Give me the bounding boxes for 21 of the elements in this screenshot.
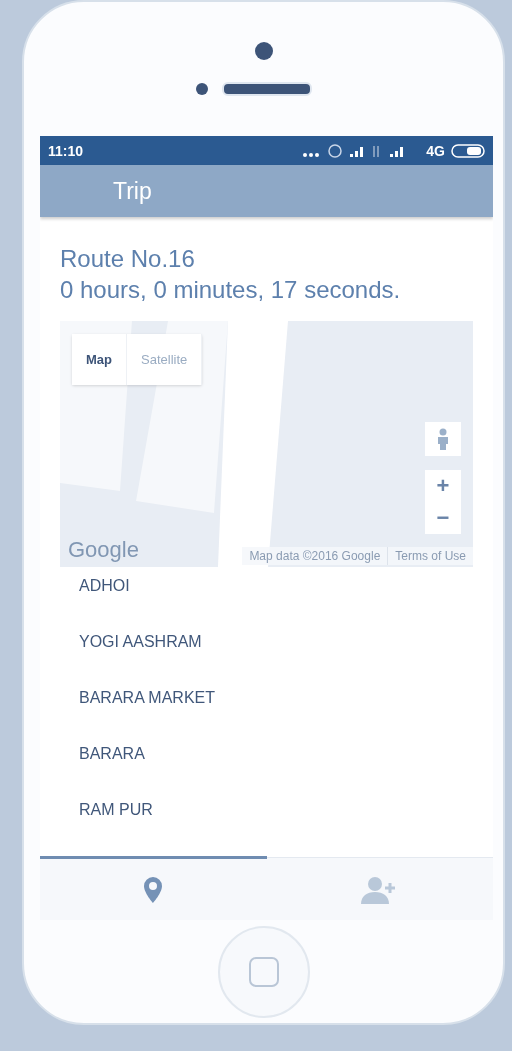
battery-icon — [451, 143, 485, 158]
app-title: Trip — [113, 177, 152, 205]
map-type-tab[interactable]: Map — [72, 334, 127, 385]
camera-dot — [254, 42, 273, 60]
status-time: 11:10 — [48, 142, 84, 159]
map-attribution: Map data ©2016 Google — [248, 548, 382, 565]
sensor-dot — [195, 83, 208, 95]
stop-item[interactable]: BARARA — [79, 745, 454, 801]
stop-item[interactable]: ADHOI — [79, 577, 454, 633]
route-duration: 0 hours, 0 minutes, 17 seconds. — [60, 275, 402, 305]
stop-item[interactable]: RAM PUR — [79, 801, 454, 857]
route-name: Route No.16 — [60, 244, 196, 274]
network-type: 4G — [426, 142, 445, 159]
home-square-icon — [248, 956, 279, 987]
stop-item[interactable]: BARARA MARKET — [79, 689, 454, 745]
stop-item[interactable]: YOGI AASHRAM — [79, 633, 454, 689]
pegman-icon — [437, 428, 449, 450]
map-view[interactable]: Map Satellite + − Google Map data ©2016 Google Terms of Use — [60, 321, 473, 567]
street-view-button[interactable] — [425, 422, 461, 456]
map-pin-icon — [144, 876, 163, 903]
map-logo: Google — [68, 537, 139, 563]
